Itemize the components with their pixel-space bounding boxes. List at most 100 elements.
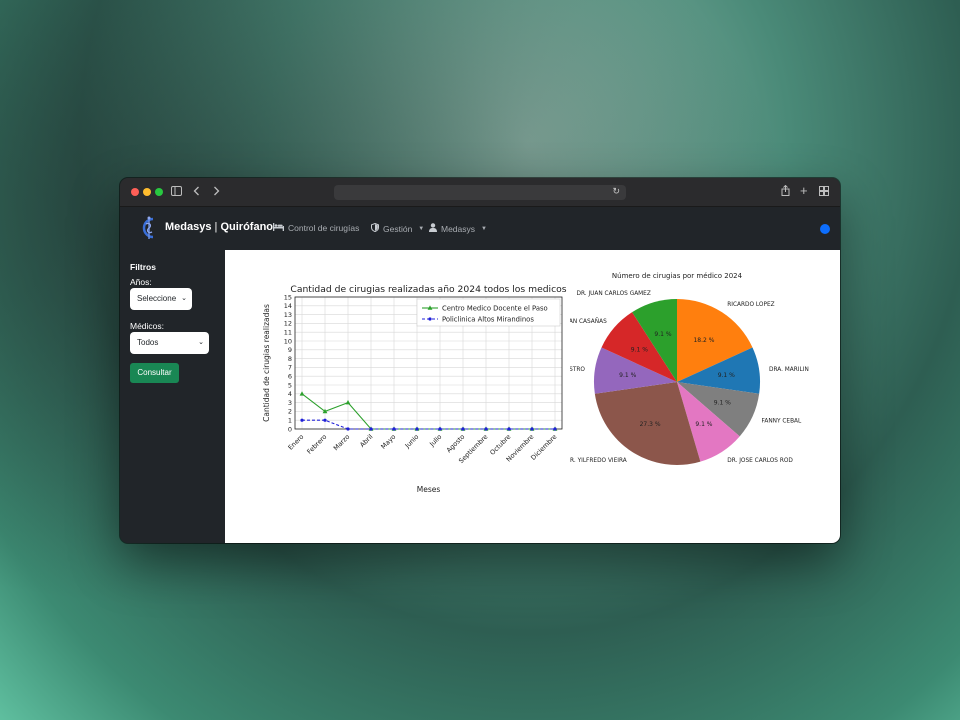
pie-title: Número de cirugias por médico 2024	[612, 272, 743, 280]
pie-pct-label: 9.1 %	[714, 400, 731, 407]
y-tick-label: 9	[288, 346, 292, 354]
line-chart: Cantidad de cirugias realizadas año 2024…	[262, 284, 567, 494]
status-indicator[interactable]	[820, 224, 830, 234]
x-tick-label: Agosto	[445, 433, 467, 455]
nav-control-cirugias-label: Control de cirugías	[288, 223, 360, 233]
years-select[interactable]: Seleccione ⌄	[130, 288, 192, 310]
data-point	[300, 418, 304, 422]
doctors-label: Médicos:	[130, 321, 165, 331]
pie-slice-label: DR. JUAN CARLOS GAMEZ	[576, 291, 650, 297]
data-point	[415, 427, 419, 431]
maximize-window-button[interactable]	[155, 188, 163, 196]
x-tick-label: Junio	[403, 433, 421, 451]
series-line	[302, 419, 555, 430]
y-tick-label: 6	[288, 373, 292, 381]
data-point	[461, 427, 465, 431]
tab-overview-icon[interactable]	[819, 184, 829, 200]
pie-slice-label: FANNY CEBAL	[762, 419, 802, 425]
pie-pct-label: 9.1 %	[631, 346, 648, 353]
x-tick-label: Febrero	[305, 433, 328, 456]
chevron-down-icon: ▼	[481, 225, 487, 232]
share-icon[interactable]	[781, 184, 790, 200]
data-point	[507, 427, 511, 431]
data-point	[369, 427, 373, 431]
y-tick-label: 10	[284, 337, 292, 345]
nav-medasys-label: Medasys	[441, 223, 476, 234]
nav-gestion[interactable]: Gestión ▼	[371, 222, 424, 234]
y-tick-label: 5	[288, 381, 292, 389]
main-content: Cantidad de cirugias realizadas año 2024…	[225, 250, 840, 543]
pie-slice-label: DR. JOSE CARLOS ROD	[727, 458, 793, 464]
y-tick-label: 0	[288, 425, 292, 433]
pie-pct-label: 9.1 %	[654, 331, 671, 338]
pie-slice-label: DRA. MARILIN	[769, 367, 809, 373]
back-icon[interactable]	[193, 184, 200, 200]
pie-pct-label: 9.1 %	[695, 421, 712, 428]
nav-control-cirugias[interactable]: Control de cirugías	[273, 223, 359, 233]
filters-title: Filtros	[130, 262, 156, 272]
bed-icon	[273, 223, 284, 233]
years-select-value: Seleccione	[137, 294, 177, 303]
new-tab-icon[interactable]: +	[800, 183, 808, 199]
y-tick-label: 2	[288, 408, 292, 416]
data-point	[484, 427, 488, 431]
app-navbar: Medasys | Quirófano Control de cirugías …	[120, 207, 840, 250]
data-point	[299, 391, 305, 396]
brand-section: Quirófano	[220, 221, 274, 233]
data-point	[323, 418, 327, 422]
x-tick-label: Enero	[287, 433, 306, 452]
pie-pct-label: 9.1 %	[619, 372, 636, 379]
y-tick-label: 12	[284, 320, 292, 328]
y-axis-label: Cantidad de cirugias realizadas	[262, 304, 271, 422]
pie-slice-label: DR. YILFREDO VIEIRA	[570, 458, 627, 464]
nav-gestion-label: Gestión	[383, 223, 413, 234]
data-point	[553, 427, 557, 431]
x-axis-label: Meses	[417, 485, 441, 494]
years-label: Años:	[130, 277, 152, 287]
pie-slice-label: RICARDO LOPEZ	[727, 302, 774, 308]
close-window-button[interactable]	[131, 188, 139, 196]
pie-pct-label: 27.3 %	[640, 421, 661, 428]
pie-slice-label: REIDAN CASAÑAS	[570, 318, 607, 325]
x-tick-label: Julio	[427, 433, 443, 449]
data-point	[346, 427, 350, 431]
y-tick-label: 3	[288, 399, 292, 407]
medasys-logo-icon[interactable]	[138, 215, 160, 241]
y-tick-label: 15	[284, 293, 292, 301]
browser-titlebar: ↻ +	[120, 178, 840, 207]
y-tick-label: 4	[288, 390, 292, 398]
consultar-button[interactable]: Consultar	[130, 363, 179, 383]
y-tick-label: 13	[284, 311, 292, 319]
shield-icon	[371, 222, 379, 234]
sidebar-toggle-icon[interactable]	[171, 184, 182, 200]
doctors-select[interactable]: Todos ⌄	[130, 332, 209, 354]
y-tick-label: 8	[288, 355, 292, 363]
nav-medasys-user[interactable]: Medasys ▼	[429, 223, 487, 234]
legend-label: Centro Medico Docente el Paso	[442, 304, 548, 312]
doctors-select-value: Todos	[137, 338, 159, 347]
address-bar[interactable]: ↻	[334, 185, 626, 200]
x-tick-label: Mayo	[379, 433, 397, 451]
forward-icon[interactable]	[213, 184, 220, 200]
reload-icon[interactable]: ↻	[612, 186, 620, 197]
filters-sidebar: Filtros Años: Seleccione ⌄ Médicos: Todo…	[120, 250, 225, 543]
legend-marker	[428, 317, 432, 321]
x-tick-label: Abril	[358, 433, 374, 449]
y-tick-label: 14	[284, 302, 292, 310]
chevron-down-icon: ⌄	[181, 295, 187, 302]
data-point	[392, 427, 396, 431]
pie-pct-label: 18.2 %	[693, 337, 714, 344]
data-point	[530, 427, 534, 431]
brand-title[interactable]: Medasys | Quirófano	[165, 221, 273, 233]
x-tick-label: Marzo	[332, 433, 352, 453]
user-icon	[429, 223, 437, 234]
pie-pct-label: 9.1 %	[718, 372, 735, 379]
data-point	[345, 400, 351, 405]
pie-chart: Número de cirugias por médico 2024 18.2 %…	[570, 272, 809, 465]
brand-name: Medasys	[165, 221, 212, 233]
pie-slice-label: HENRY CASTRO	[570, 367, 585, 373]
data-point	[438, 427, 442, 431]
y-tick-label: 11	[284, 329, 292, 337]
y-tick-label: 1	[288, 417, 292, 425]
minimize-window-button[interactable]	[143, 188, 151, 196]
